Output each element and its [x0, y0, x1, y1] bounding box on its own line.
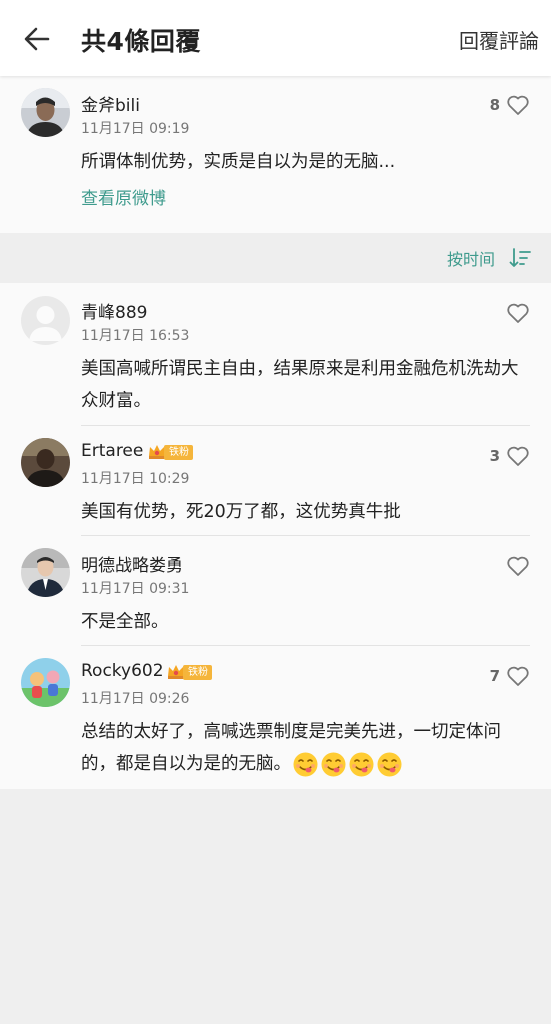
fan-badge: 铁粉	[166, 663, 212, 681]
yummy-face-icon	[349, 752, 374, 776]
sort-bar: 按时间	[0, 233, 551, 283]
timestamp: 11月17日 09:19	[81, 121, 190, 137]
like-count: 8	[489, 96, 500, 114]
yummy-face-icon	[377, 752, 402, 776]
avatar[interactable]	[21, 438, 70, 487]
username[interactable]: 金斧bili	[81, 91, 140, 116]
list-item: 明德战略娄勇 11月17日 09:31 不是全部。	[0, 536, 551, 646]
back-button[interactable]	[20, 22, 54, 56]
like-button[interactable]	[506, 553, 530, 579]
fan-badge-label: 铁粉	[164, 444, 193, 460]
like-count: 7	[489, 667, 500, 685]
timestamp: 11月17日 10:29	[81, 471, 190, 487]
username[interactable]: 青峰889	[81, 298, 147, 323]
post-text: 所谓体制优势，实质是自以为是的无脑...	[81, 152, 396, 172]
timestamp: 11月17日 16:53	[81, 328, 190, 344]
comment-text: 美国有优势，死20万了都，这优势真牛批	[81, 502, 401, 522]
page-title: 共4條回覆	[81, 27, 201, 56]
avatar[interactable]	[21, 658, 70, 707]
comment-text: 不是全部。	[81, 612, 169, 632]
reply-comment-button[interactable]: 回覆評論	[459, 25, 539, 54]
like-button[interactable]	[506, 300, 530, 326]
heart-outline-icon	[507, 446, 529, 466]
list-item: Rocky602 铁粉 11月17日 09:26 7 总结的太好了，高喊选票制度…	[0, 646, 551, 789]
top-bar: 共4條回覆 回覆評論	[0, 0, 551, 76]
username[interactable]: Ertaree	[81, 441, 143, 461]
like-count: 3	[489, 447, 500, 465]
avatar[interactable]	[21, 296, 70, 345]
heart-outline-icon	[507, 556, 529, 576]
arrow-left-icon	[24, 27, 50, 51]
comment-list: 青峰889 11月17日 16:53 美国高喊所谓民主自由，结果原来是利用金融危…	[0, 283, 551, 789]
comment-text: 美国高喊所谓民主自由，结果原来是利用金融危机洗劫大众财富。	[81, 359, 519, 411]
list-item: Ertaree 铁粉 11月17日 10:29 3 美国有优势，死20万了都，这…	[0, 426, 551, 536]
like-button[interactable]: 3	[490, 443, 530, 469]
sort-descending-icon	[509, 248, 531, 267]
list-item: 青峰889 11月17日 16:53 美国高喊所谓民主自由，结果原来是利用金融危…	[0, 283, 551, 425]
original-post: 金斧bili 11月17日 09:19 8 所谓体制优势，实质是自以为是的无脑.…	[0, 76, 551, 233]
timestamp: 11月17日 09:26	[81, 691, 190, 707]
heart-outline-icon	[507, 666, 529, 686]
heart-outline-icon	[507, 303, 529, 323]
like-button[interactable]: 8	[490, 92, 530, 118]
username[interactable]: Rocky602	[81, 661, 164, 681]
yummy-face-icon	[321, 752, 346, 776]
comment-text: 总结的太好了，高喊选票制度是完美先进，一切定体问的，都是自以为是的无脑。	[81, 716, 526, 780]
view-original-link[interactable]: 查看原微博	[81, 184, 166, 209]
avatar[interactable]	[21, 88, 70, 137]
fan-badge-label: 铁粉	[183, 664, 212, 680]
timestamp: 11月17日 09:31	[81, 581, 190, 597]
avatar[interactable]	[21, 548, 70, 597]
sort-label: 按时间	[446, 250, 495, 269]
fan-badge: 铁粉	[147, 443, 193, 461]
username[interactable]: 明德战略娄勇	[81, 551, 183, 576]
heart-outline-icon	[507, 95, 529, 115]
sort-button[interactable]: 按时间	[447, 245, 531, 271]
like-button[interactable]: 7	[490, 663, 530, 689]
emoji-group	[291, 752, 403, 776]
yummy-face-icon	[293, 752, 318, 776]
